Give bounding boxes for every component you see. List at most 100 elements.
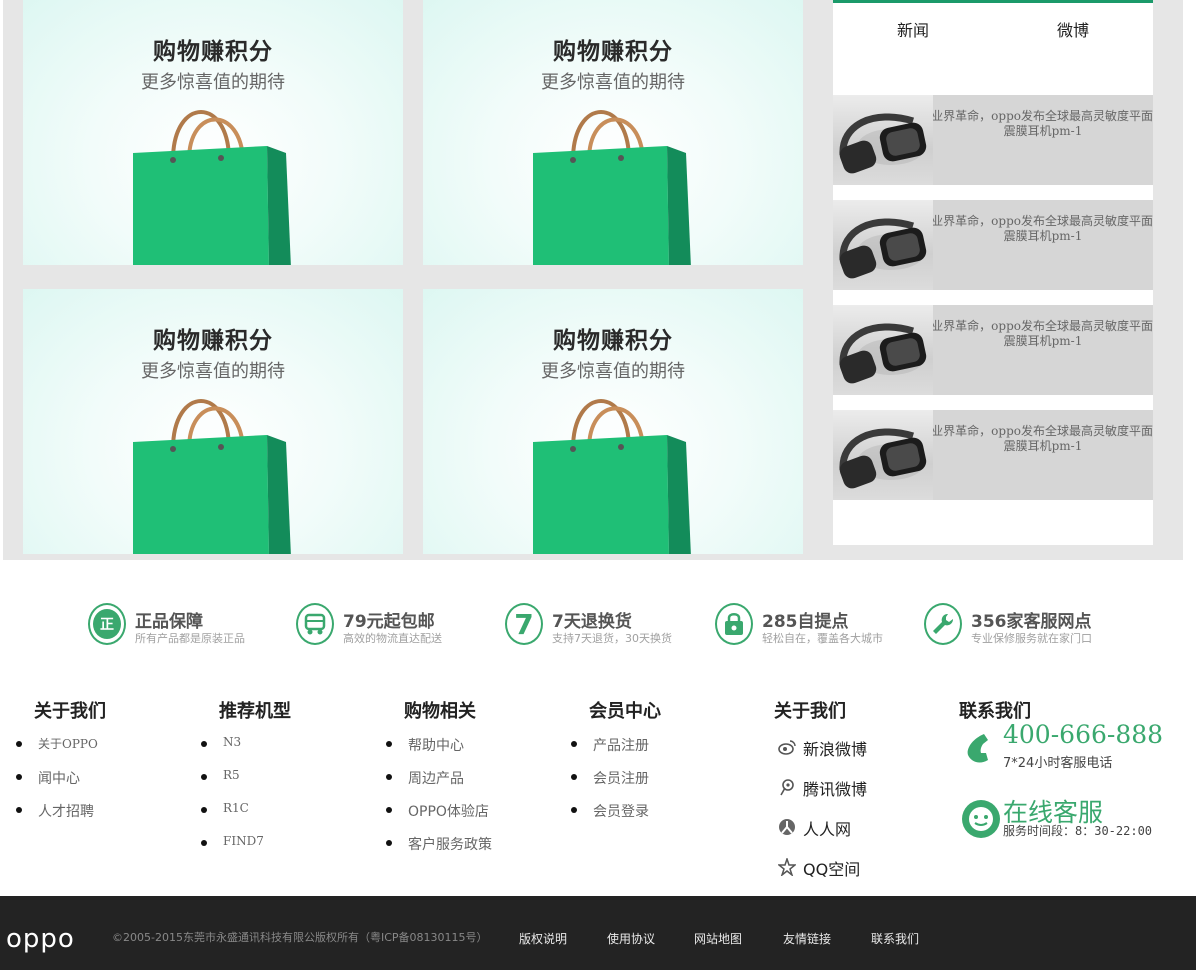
footer-link[interactable]: R1C [201, 801, 264, 834]
service-title: 正品保障 [135, 612, 203, 632]
headphone-thumbnail [833, 95, 933, 185]
social-renren[interactable]: 人人网 [778, 816, 898, 839]
link-copyright[interactable]: 版权说明 [519, 930, 567, 947]
promo-title: 购物赚积分 [553, 39, 673, 65]
news-panel: 新闻 微博 业界革命，oppo发布全球最高灵敏度平面 震膜耳机pm-1 业界革命… [833, 0, 1153, 545]
footer-link[interactable]: 产品注册 [571, 735, 649, 768]
copyright-text: ©2005-2015东莞市永盛通讯科技有限公版权所有（粤ICP备08130115… [112, 931, 488, 944]
promo-title: 购物赚积分 [153, 39, 273, 65]
promo-card-1[interactable]: 购物赚积分 更多惊喜值的期待 [23, 0, 403, 265]
promo-subtitle: 更多惊喜值的期待 [541, 361, 685, 382]
footer-heading: 关于我们 [34, 701, 106, 722]
hotline-number[interactable]: 400-666-888 [1003, 720, 1163, 749]
social-label: QQ空间 [803, 860, 861, 879]
promo-subtitle: 更多惊喜值的期待 [141, 361, 285, 382]
service-title: 7天退换货 [552, 612, 632, 632]
promo-subtitle: 更多惊喜值的期待 [141, 72, 285, 93]
headphone-thumbnail [833, 200, 933, 290]
bottom-bar: oppo ©2005-2015东莞市永盛通讯科技有限公版权所有（粤ICP备081… [0, 896, 1196, 970]
news-item[interactable]: 业界革命，oppo发布全球最高灵敏度平面 震膜耳机pm-1 [833, 410, 1153, 500]
news-item[interactable]: 业界革命，oppo发布全球最高灵敏度平面 震膜耳机pm-1 [833, 95, 1153, 185]
wrench-icon [924, 603, 962, 645]
star-icon [778, 858, 796, 876]
link-friends[interactable]: 友情链接 [783, 930, 831, 947]
footer-col-about: 关于我们 关于OPPO 闻中心 人才招聘 [16, 697, 106, 820]
footer-heading: 会员中心 [589, 701, 661, 722]
social-tencent-weibo[interactable]: 腾讯微博 [778, 776, 898, 799]
service-title: 79元起包邮 [343, 612, 435, 632]
footer-link-list: 产品注册 会员注册 会员登录 [571, 735, 649, 834]
social-qzone[interactable]: QQ空间 [778, 856, 898, 879]
footer-heading: 推荐机型 [219, 701, 291, 722]
link-contact[interactable]: 联系我们 [871, 930, 919, 947]
footer-link[interactable]: 会员登录 [571, 801, 649, 834]
service-subtitle: 高效的物流直达配送 [343, 632, 442, 645]
footer-heading: 关于我们 [774, 701, 846, 722]
chat-icon[interactable] [962, 800, 1000, 838]
shopping-bag-icon [533, 399, 691, 554]
link-terms[interactable]: 使用协议 [607, 930, 655, 947]
shopping-bag-icon [133, 110, 291, 265]
renren-icon [779, 819, 795, 835]
service-subtitle: 专业保修服务就在家门口 [971, 632, 1092, 645]
weibo-icon [778, 740, 796, 755]
promo-card-2[interactable]: 购物赚积分 更多惊喜值的期待 [423, 0, 803, 265]
footer-link[interactable]: 闻中心 [16, 768, 98, 801]
truck-icon [296, 603, 334, 645]
social-label: 腾讯微博 [803, 780, 868, 799]
promo-card-4[interactable]: 购物赚积分 更多惊喜值的期待 [423, 289, 803, 554]
headphone-thumbnail [833, 305, 933, 395]
footer-link[interactable]: 周边产品 [386, 768, 492, 801]
shopping-bag-icon [133, 399, 291, 554]
promo-subtitle: 更多惊喜值的期待 [541, 72, 685, 93]
seven-day-icon: 7 [505, 603, 543, 645]
footer-link[interactable]: FIND7 [201, 834, 264, 867]
news-headline-cont: 震膜耳机pm-1 [1003, 124, 1083, 138]
footer-col-models: 推荐机型 N3 R5 R1C FIND7 [201, 697, 291, 848]
footer-col-social: 关于我们 [774, 697, 846, 723]
hotline-note: 7*24小时客服电话 [1003, 756, 1113, 771]
service-hours: 服务时间段：8：30-22:00 [1003, 824, 1153, 838]
news-headline-cont: 震膜耳机pm-1 [1003, 334, 1083, 348]
promo-title: 购物赚积分 [553, 328, 673, 354]
social-sina-weibo[interactable]: 新浪微博 [778, 736, 898, 759]
phone-icon [967, 734, 988, 763]
social-label: 新浪微博 [803, 740, 868, 759]
footer-link[interactable]: N3 [201, 735, 264, 768]
service-subtitle: 支持7天退货，30天换货 [552, 632, 672, 645]
footer-link[interactable]: R5 [201, 768, 264, 801]
tab-weibo[interactable]: 微博 [993, 17, 1153, 41]
shopping-bag-icon [533, 110, 691, 265]
footer-link[interactable]: 帮助中心 [386, 735, 492, 768]
service-subtitle: 轻松自在，覆盖各大城市 [762, 632, 883, 645]
footer-col-member: 会员中心 产品注册 会员注册 会员登录 [571, 697, 661, 820]
service-subtitle: 所有产品都是原装正品 [135, 632, 245, 645]
headphone-thumbnail [833, 410, 933, 500]
footer-link-list: N3 R5 R1C FIND7 [201, 735, 264, 867]
genuine-icon: 正 [88, 603, 126, 645]
footer-link[interactable]: 人才招聘 [16, 801, 98, 834]
lock-icon [715, 603, 753, 645]
footer-heading: 购物相关 [404, 701, 476, 722]
news-item[interactable]: 业界革命，oppo发布全球最高灵敏度平面 震膜耳机pm-1 [833, 305, 1153, 395]
promo-title: 购物赚积分 [153, 328, 273, 354]
footer-link-list: 关于OPPO 闻中心 人才招聘 [16, 735, 98, 834]
news-headline-cont: 震膜耳机pm-1 [1003, 229, 1083, 243]
news-item[interactable]: 业界革命，oppo发布全球最高灵敏度平面 震膜耳机pm-1 [833, 200, 1153, 290]
news-headline-cont: 震膜耳机pm-1 [1003, 439, 1083, 453]
footer-link-list: 帮助中心 周边产品 OPPO体验店 客户服务政策 [386, 735, 492, 867]
service-title: 285自提点 [762, 612, 849, 632]
footer-link[interactable]: 会员注册 [571, 768, 649, 801]
oppo-logo[interactable]: oppo [6, 924, 75, 954]
footer-link[interactable]: OPPO体验店 [386, 801, 492, 834]
link-sitemap[interactable]: 网站地图 [694, 930, 742, 947]
tab-news[interactable]: 新闻 [833, 17, 993, 41]
footer-link[interactable]: 关于OPPO [16, 735, 98, 768]
footer-link[interactable]: 客户服务政策 [386, 834, 492, 867]
social-label: 人人网 [803, 820, 852, 839]
service-title: 356家客服网点 [971, 612, 1092, 632]
promo-card-3[interactable]: 购物赚积分 更多惊喜值的期待 [23, 289, 403, 554]
tencent-weibo-icon [780, 779, 794, 796]
left-edge [0, 0, 3, 560]
footer-col-shopping: 购物相关 帮助中心 周边产品 OPPO体验店 客户服务政策 [386, 697, 492, 853]
